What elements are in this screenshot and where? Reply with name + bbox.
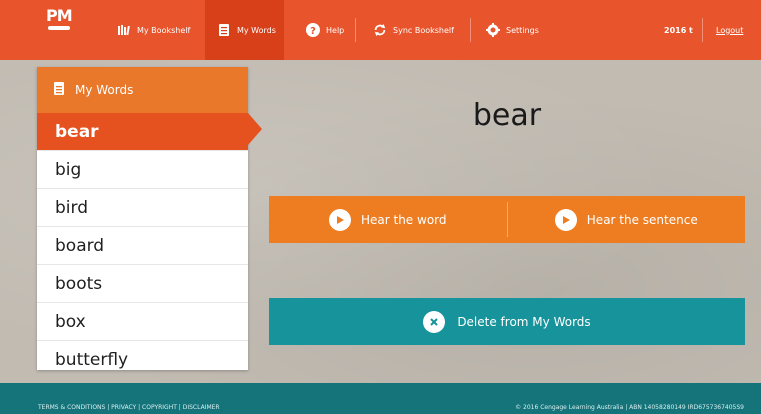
word-list-item[interactable]: butterfly <box>37 341 248 370</box>
hear-sentence-button[interactable]: Hear the sentence <box>508 196 746 243</box>
footer: TERMS & CONDITIONS | PRIVACY | COPYRIGHT… <box>0 383 761 414</box>
nav-label: My Words <box>237 25 276 35</box>
my-words-panel: My Words bear big bird board boots box b… <box>37 67 248 370</box>
selected-word-pointer <box>248 113 262 145</box>
nav-label: My Bookshelf <box>137 25 191 35</box>
word-list-item[interactable]: boots <box>37 265 248 303</box>
notepad-icon <box>53 81 65 99</box>
bookshelf-icon <box>117 23 131 37</box>
panel-title: My Words <box>75 83 134 97</box>
user-name: 2016 t <box>664 25 693 35</box>
close-icon <box>423 310 446 333</box>
nav-my-bookshelf[interactable]: My Bookshelf <box>113 0 194 60</box>
play-icon <box>554 208 577 231</box>
logout-link[interactable]: Logout <box>716 0 743 60</box>
gear-icon <box>486 23 500 37</box>
footer-copyright: © 2016 Cengage Learning Australia | ABN … <box>515 404 744 411</box>
play-icon <box>328 208 351 231</box>
word-list-item[interactable]: big <box>37 151 248 189</box>
nav-label: Sync Bookshelf <box>393 25 454 35</box>
hear-word-button[interactable]: Hear the word <box>269 196 507 243</box>
nav-label: Help <box>326 25 345 35</box>
nav-help[interactable]: ? Help <box>306 0 344 60</box>
nav-divider <box>470 18 471 42</box>
sync-icon <box>373 23 387 37</box>
current-word: bear <box>472 98 542 133</box>
nav-sync-bookshelf[interactable]: Sync Bookshelf <box>373 0 454 60</box>
footer-links[interactable]: TERMS & CONDITIONS | PRIVACY | COPYRIGHT… <box>38 404 220 411</box>
top-navigation-bar: PM My Bookshelf My Words ? Help Sync Boo… <box>0 0 761 60</box>
nav-divider <box>702 18 703 42</box>
word-list-item[interactable]: bear <box>37 113 248 151</box>
help-icon: ? <box>306 23 320 37</box>
nav-label: Settings <box>506 25 539 35</box>
hear-sentence-label: Hear the sentence <box>586 212 698 227</box>
nav-divider <box>355 18 356 42</box>
word-list-item[interactable]: bird <box>37 189 248 227</box>
delete-label: Delete from My Words <box>457 314 591 329</box>
nav-settings[interactable]: Settings <box>486 0 539 60</box>
delete-from-my-words-button[interactable]: Delete from My Words <box>269 298 745 345</box>
nav-my-words[interactable]: My Words <box>205 0 284 60</box>
panel-header: My Words <box>37 67 248 113</box>
hear-controls: Hear the word Hear the sentence <box>269 196 745 243</box>
hear-word-label: Hear the word <box>360 212 447 227</box>
word-list-item[interactable]: board <box>37 227 248 265</box>
svg-text:?: ? <box>310 26 316 37</box>
word-list-item[interactable]: box <box>37 303 248 341</box>
notepad-icon <box>217 23 231 37</box>
logo-underline <box>48 26 70 30</box>
